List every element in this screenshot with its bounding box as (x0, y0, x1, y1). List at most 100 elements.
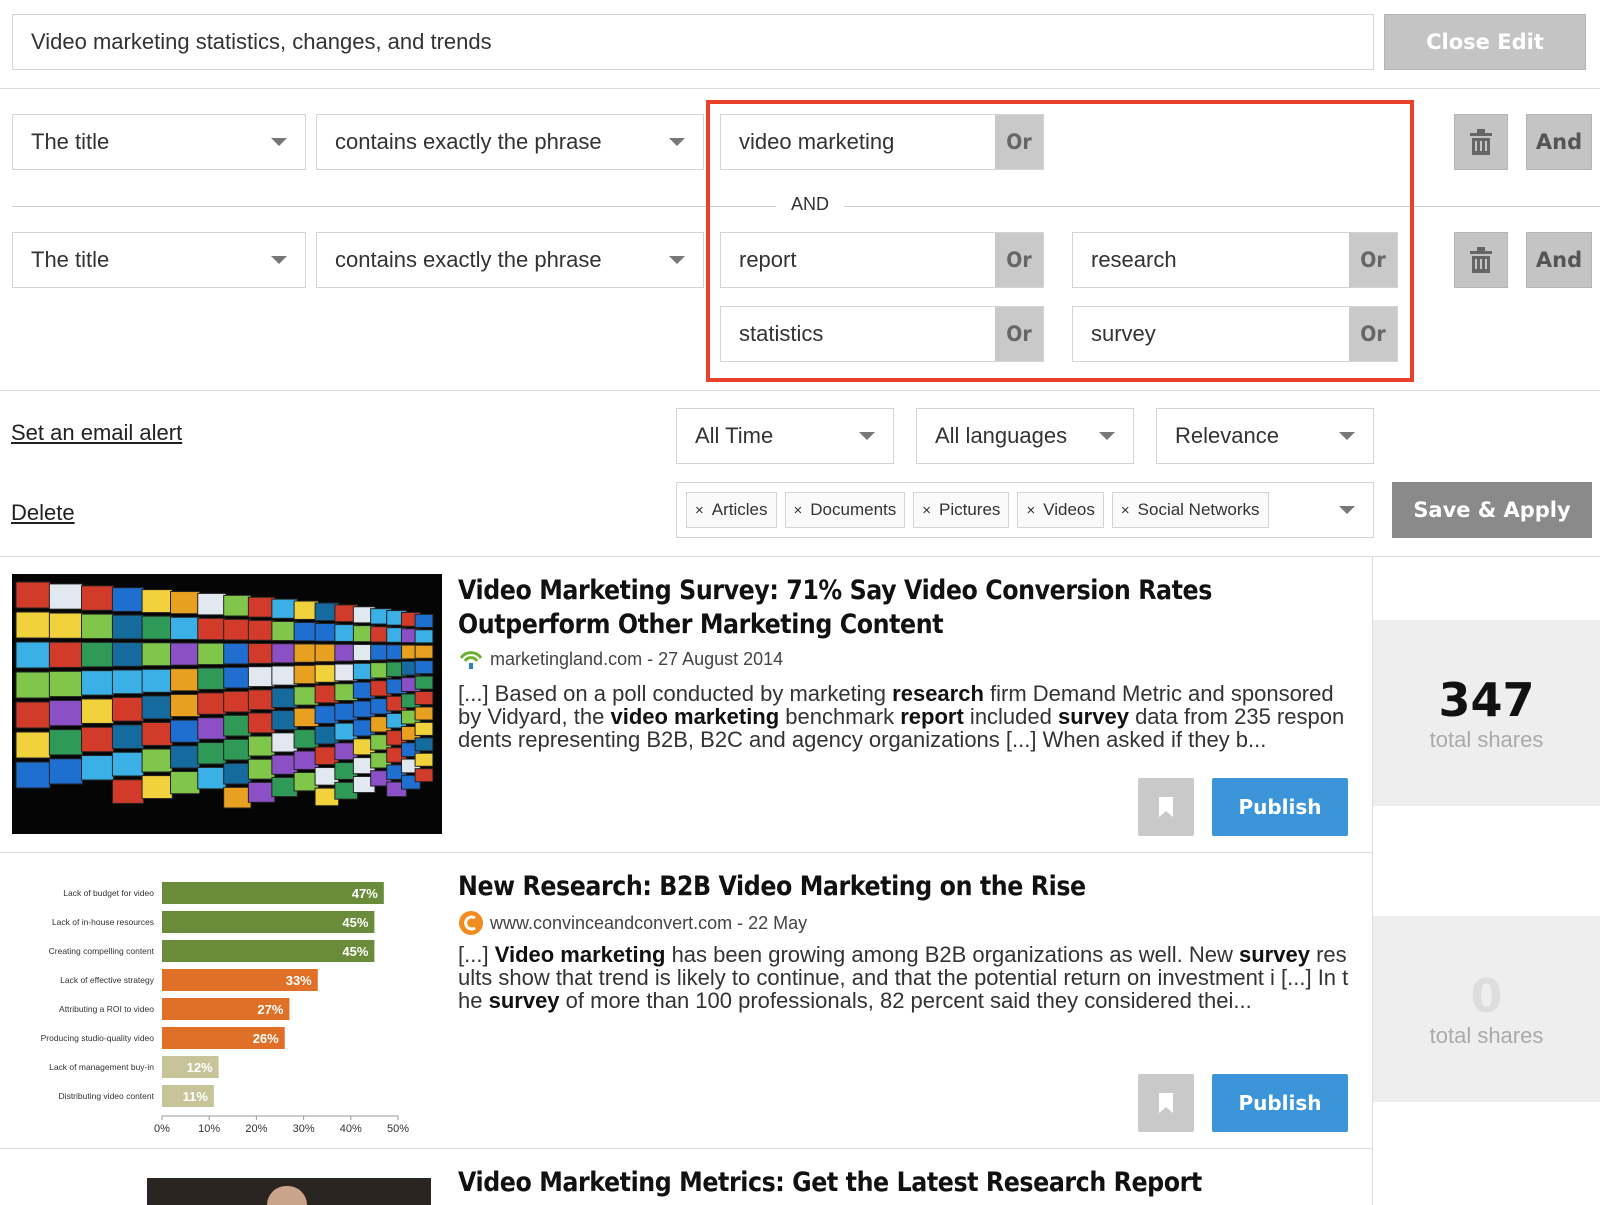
chart-x-tick-label: 30% (293, 1123, 315, 1132)
publish-button[interactable]: Publish (1212, 1074, 1348, 1132)
close-edit-button[interactable]: Close Edit (1384, 14, 1586, 70)
chart-category-label: Lack of in-house resources (52, 917, 154, 927)
or-button[interactable]: Or (1349, 233, 1397, 287)
rule-2-term-input-report[interactable]: report Or (720, 232, 1044, 288)
rule-2-term-input-statistics[interactable]: statistics Or (720, 306, 1044, 362)
chart-value-label: 11% (183, 1089, 209, 1104)
and-rule-1-button[interactable]: And (1526, 114, 1592, 170)
chart-value-label: 27% (257, 1002, 283, 1017)
rule-2-term-input-survey[interactable]: survey Or (1072, 306, 1398, 362)
and-rule-2-button[interactable]: And (1526, 232, 1592, 288)
result-1-thumbnail[interactable] (12, 574, 442, 834)
chart-value-label: 45% (342, 944, 368, 959)
rule-2-operator-value: contains exactly the phrase (335, 247, 602, 272)
result-3-thumbnail[interactable] (147, 1178, 431, 1205)
delete-rule-1-button[interactable] (1454, 114, 1508, 170)
rule-1-term-input[interactable]: video marketing Or (720, 114, 1044, 170)
share-label: total shares (1429, 727, 1544, 752)
email-alert-link[interactable]: Set an email alert (11, 420, 182, 446)
result-2-shares-panel: 0 total shares (1373, 916, 1600, 1102)
rule-2-field-select[interactable]: The title (12, 232, 306, 288)
convinceandconvert-logo-icon (459, 911, 483, 935)
sort-filter-select[interactable]: Relevance (1156, 408, 1374, 464)
language-filter-value: All languages (935, 423, 1068, 448)
chip-label: Pictures (939, 500, 1001, 519)
chart-bar (162, 882, 384, 904)
chart-value-label: 26% (253, 1031, 279, 1046)
search-title-text: Video marketing statistics, changes, and… (31, 29, 492, 54)
or-button[interactable]: Or (995, 115, 1043, 169)
term-text: report (739, 247, 797, 272)
time-filter-value: All Time (695, 423, 774, 448)
time-filter-select[interactable]: All Time (676, 408, 894, 464)
rule-1-operator-value: contains exactly the phrase (335, 129, 602, 154)
chart-value-label: 45% (342, 915, 368, 930)
type-chip-articles[interactable]: × Articles (686, 492, 777, 528)
chart-x-tick-label: 20% (245, 1123, 267, 1132)
trash-icon (1470, 129, 1492, 155)
type-chip-social-networks[interactable]: × Social Networks (1111, 492, 1269, 528)
chip-label: Documents (810, 500, 897, 519)
term-text: survey (1091, 321, 1156, 346)
chevron-down-icon (669, 256, 685, 264)
bookmark-button[interactable] (1138, 1074, 1194, 1132)
chevron-down-icon (859, 432, 875, 440)
bookmark-icon (1159, 1093, 1173, 1113)
result-2-source: www.convinceandconvert.com - 22 May (458, 910, 807, 936)
chevron-down-icon (271, 256, 287, 264)
rule-2-term-input-research[interactable]: research Or (1072, 232, 1398, 288)
chart-value-label: 47% (352, 886, 378, 901)
and-separator-label: AND (790, 194, 829, 214)
share-count: 0 (1470, 969, 1503, 1023)
chevron-down-icon (271, 138, 287, 146)
chart-category-label: Creating compelling content (49, 946, 155, 956)
language-filter-select[interactable]: All languages (916, 408, 1134, 464)
type-chip-documents[interactable]: × Documents (784, 492, 906, 528)
type-chip-videos[interactable]: × Videos (1017, 492, 1104, 528)
marketingland-logo-icon (459, 651, 483, 669)
chevron-down-icon (669, 138, 685, 146)
chevron-down-icon (1099, 432, 1115, 440)
result-2-thumbnail-chart[interactable]: Lack of budget for video 47% Lack of in-ho… (18, 870, 434, 1132)
trash-icon (1470, 247, 1492, 273)
rule-2-operator-select[interactable]: contains exactly the phrase (316, 232, 704, 288)
chart-category-label: Lack of management buy-in (49, 1062, 154, 1072)
chevron-down-icon (1339, 432, 1355, 440)
chart-x-tick-label: 0% (154, 1123, 170, 1132)
content-type-multiselect[interactable]: × Articles × Documents × Pictures × Videos ×… (676, 482, 1374, 538)
save-apply-button[interactable]: Save & Apply (1392, 482, 1592, 538)
remove-icon[interactable]: × (794, 502, 803, 519)
remove-icon[interactable]: × (1026, 502, 1035, 519)
remove-icon[interactable]: × (1121, 502, 1130, 519)
type-chip-pictures[interactable]: × Pictures (913, 492, 1010, 528)
remove-icon[interactable]: × (695, 502, 704, 519)
result-3-title[interactable]: Video Marketing Metrics: Get the Latest … (458, 1166, 1329, 1200)
result-1-source: marketingland.com - 27 August 2014 (458, 648, 783, 670)
search-title-input[interactable]: Video marketing statistics, changes, and… (12, 14, 1374, 70)
rule-1-operator-select[interactable]: contains exactly the phrase (316, 114, 704, 170)
bookmark-icon (1159, 797, 1173, 817)
result-1-title[interactable]: Video Marketing Survey: 71% Say Video Co… (458, 574, 1329, 642)
or-button[interactable]: Or (995, 307, 1043, 361)
chip-label: Videos (1043, 500, 1095, 519)
result-1-source-text: marketingland.com - 27 August 2014 (490, 648, 784, 669)
chart-category-label: Producing studio-quality video (41, 1033, 155, 1043)
publish-button[interactable]: Publish (1212, 778, 1348, 836)
bookmark-button[interactable] (1138, 778, 1194, 836)
sort-filter-value: Relevance (1175, 423, 1279, 448)
delete-rule-2-button[interactable] (1454, 232, 1508, 288)
chart-value-label: 12% (187, 1060, 213, 1075)
chart-category-label: Lack of budget for video (63, 888, 154, 898)
term-text: research (1091, 247, 1177, 272)
chevron-down-icon (1339, 506, 1355, 514)
chart-x-tick-label: 40% (340, 1123, 362, 1132)
or-button[interactable]: Or (995, 233, 1043, 287)
or-button[interactable]: Or (1349, 307, 1397, 361)
result-1-snippet: [...] Based on a poll conducted by marke… (458, 682, 1345, 752)
term-text: video marketing (739, 129, 895, 154)
delete-link[interactable]: Delete (11, 500, 75, 526)
result-2-title[interactable]: New Research: B2B Video Marketing on the… (458, 870, 1329, 904)
remove-icon[interactable]: × (922, 502, 931, 519)
rule-1-field-select[interactable]: The title (12, 114, 306, 170)
rule-1-field-value: The title (31, 129, 110, 154)
